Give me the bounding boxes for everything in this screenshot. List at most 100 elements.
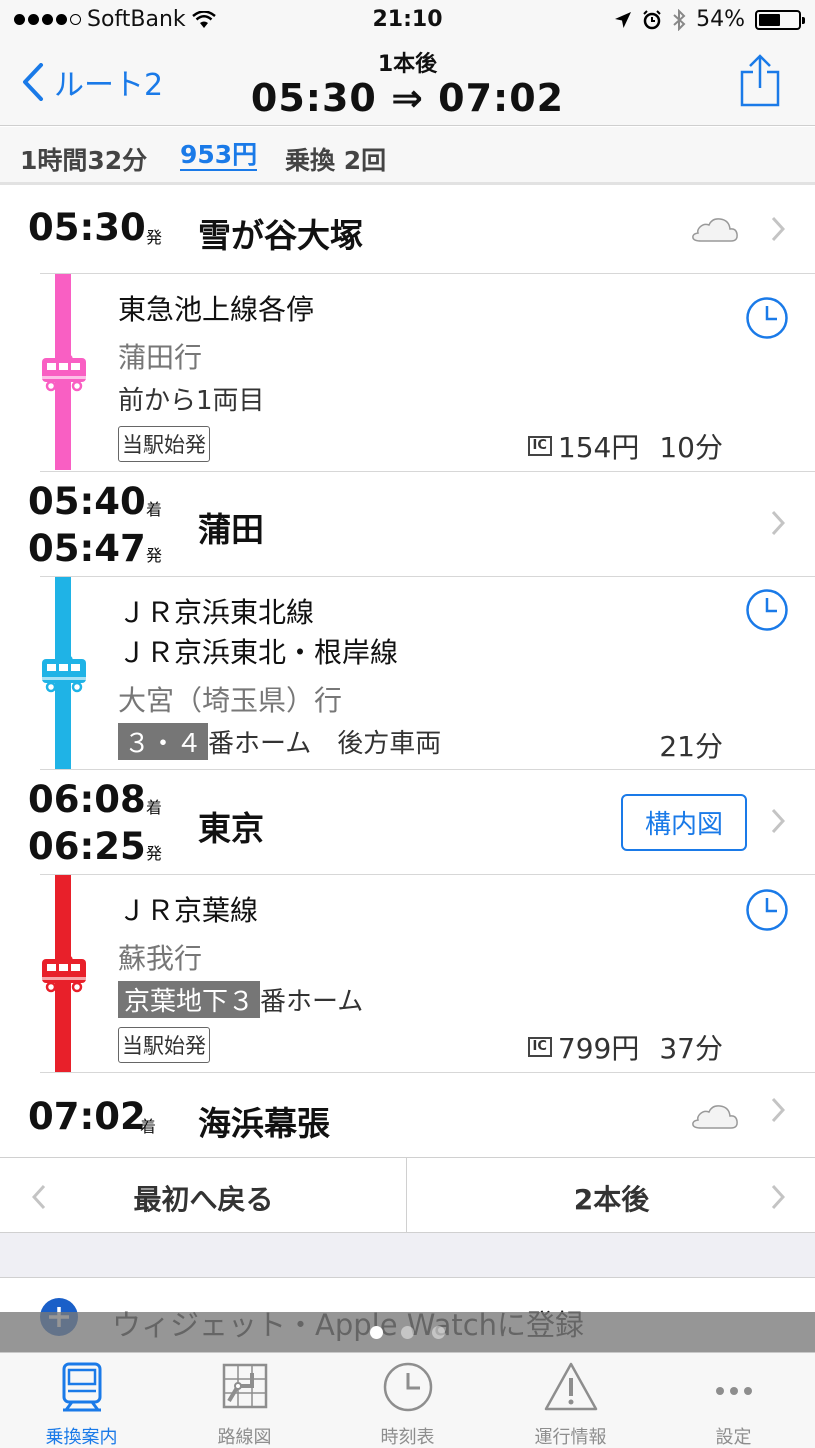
train-icon xyxy=(0,1361,163,1413)
share-button[interactable] xyxy=(739,54,781,112)
next-route-button[interactable]: 2本後 xyxy=(408,1158,815,1234)
tab-label: 路線図 xyxy=(217,1427,272,1448)
leg-fare: 799円 xyxy=(557,1032,640,1065)
page-dot xyxy=(370,1326,383,1339)
cloud-icon xyxy=(692,218,738,242)
page-dot xyxy=(401,1326,414,1339)
timetable-clock-icon[interactable] xyxy=(745,888,789,932)
tab-transfer[interactable]: 乗換案内 xyxy=(0,1353,163,1448)
time-suffix: 発 xyxy=(146,546,163,565)
bluetooth-icon xyxy=(673,8,686,31)
leg-segment[interactable]: ＪＲ京葉線 蘇我行 京葉地下３ 番ホーム 当駅始発 IC 799円 37分 xyxy=(0,875,815,1072)
alarm-icon xyxy=(643,9,661,29)
clock-icon xyxy=(326,1361,489,1413)
section-gap xyxy=(0,1233,815,1277)
ic-card-icon: IC xyxy=(527,1037,552,1057)
route-map-icon xyxy=(163,1361,326,1413)
train-icon xyxy=(40,352,88,396)
platform-number: 京葉地下３ xyxy=(118,981,261,1018)
first-route-button[interactable]: 最初へ戻る xyxy=(0,1158,407,1234)
page-indicator[interactable] xyxy=(0,1326,815,1339)
ic-card-icon: IC xyxy=(527,436,552,456)
station-name: 東京 xyxy=(198,809,264,848)
battery-percent: 54% xyxy=(696,7,745,32)
route-summary: 1時間32分 953円 乗換 2回 xyxy=(0,127,815,185)
divider xyxy=(406,1158,407,1234)
tab-service-info[interactable]: 運行情報 xyxy=(489,1353,652,1448)
leg-fare-duration: IC 154円 10分 xyxy=(527,426,723,466)
arrival-time: 07:02 xyxy=(28,1095,146,1138)
tab-label: 運行情報 xyxy=(534,1427,607,1448)
next-route-label: 2本後 xyxy=(573,1183,650,1216)
timetable-clock-icon[interactable] xyxy=(745,588,789,632)
chevron-right-icon xyxy=(771,808,785,834)
station-name: 蒲田 xyxy=(198,510,264,549)
transfer-count: 乗換 2回 xyxy=(285,146,387,175)
tab-label: 設定 xyxy=(715,1427,752,1448)
total-duration: 1時間32分 xyxy=(20,146,148,175)
train-icon xyxy=(40,653,88,697)
time-suffix: 着 xyxy=(140,1117,157,1136)
station-row[interactable]: 06:08 着 06:25 発 東京 構内図 xyxy=(0,770,815,874)
leg-segment[interactable]: 東急池上線各停 蒲田行 前から1両目 当駅始発 IC 154円 10分 xyxy=(0,274,815,471)
time-suffix: 発 xyxy=(146,228,163,247)
line-name: ＪＲ京葉線 xyxy=(118,894,259,927)
first-station-badge: 当駅始発 xyxy=(118,1027,210,1063)
warning-icon xyxy=(489,1361,652,1413)
leg-duration: 10分 xyxy=(659,431,723,464)
tab-route-map[interactable]: 路線図 xyxy=(163,1353,326,1448)
platform-info: ３・４ 番ホーム 後方車両 xyxy=(118,723,441,760)
line-name: ＪＲ京浜東北線 xyxy=(118,596,315,629)
share-icon xyxy=(740,54,780,107)
time-suffix: 着 xyxy=(146,798,163,817)
car-position: 前から1両目 xyxy=(118,386,265,416)
leg-fare-duration: 21分 xyxy=(659,725,723,765)
arrival-time: 06:08 xyxy=(28,778,146,821)
platform-number: ３・４ xyxy=(118,723,209,760)
line-name-secondary: ＪＲ京浜東北・根岸線 xyxy=(118,636,399,669)
arrival-time: 05:40 xyxy=(28,480,146,523)
station-row[interactable]: 07:02 着 海浜幕張 xyxy=(0,1073,815,1157)
route-switch-bar: 最初へ戻る 2本後 xyxy=(0,1157,815,1234)
destination: 蘇我行 xyxy=(118,942,203,975)
first-route-label: 最初へ戻る xyxy=(133,1183,274,1216)
timetable-clock-icon[interactable] xyxy=(745,296,789,340)
departure-time: 05:47 xyxy=(28,527,146,570)
station-row[interactable]: 05:40 着 05:47 発 蒲田 xyxy=(0,472,815,576)
platform-suffix: 番ホーム xyxy=(260,987,364,1017)
station-row[interactable]: 05:30 発 雪が谷大塚 xyxy=(0,186,815,273)
navigation-bar: ルート2 1本後 05:30 ⇒ 07:02 xyxy=(0,40,815,126)
leg-duration: 21分 xyxy=(659,730,723,763)
train-icon xyxy=(40,953,88,997)
status-right: 54% xyxy=(614,7,805,32)
more-icon xyxy=(652,1361,815,1413)
location-arrow-icon xyxy=(615,11,632,28)
tab-settings[interactable]: 設定 xyxy=(652,1353,815,1448)
status-bar: SoftBank 21:10 54% xyxy=(0,0,815,40)
cloud-icon xyxy=(692,1105,738,1129)
leg-fare: 154円 xyxy=(557,431,640,464)
tab-bar: 乗換案内 路線図 時刻表 運行情報 設定 xyxy=(0,1352,815,1448)
battery-icon xyxy=(755,9,805,30)
leg-segment[interactable]: ＪＲ京浜東北線 ＪＲ京浜東北・根岸線 大宮（埼玉県）行 ３・４ 番ホーム 後方車両… xyxy=(0,577,815,769)
leg-duration: 37分 xyxy=(659,1032,723,1065)
chevron-right-icon xyxy=(771,510,785,536)
departure-time: 05:30 xyxy=(28,206,146,249)
time-suffix: 着 xyxy=(146,500,163,519)
chevron-right-icon xyxy=(771,216,785,242)
total-fare-link[interactable]: 953円 xyxy=(180,141,258,171)
time-suffix: 発 xyxy=(146,844,163,863)
leg-fare-duration: IC 799円 37分 xyxy=(527,1027,723,1067)
chevron-right-icon xyxy=(771,1097,785,1123)
page-title: 05:30 ⇒ 07:02 xyxy=(250,76,565,120)
tab-label: 乗換案内 xyxy=(45,1427,118,1448)
first-station-badge: 当駅始発 xyxy=(118,426,210,462)
destination: 蒲田行 xyxy=(118,341,203,374)
chevron-right-icon xyxy=(771,1184,785,1210)
tab-timetable[interactable]: 時刻表 xyxy=(326,1353,489,1448)
destination: 大宮（埼玉県）行 xyxy=(118,684,343,717)
station-map-button[interactable]: 構内図 xyxy=(620,794,747,851)
station-name: 海浜幕張 xyxy=(198,1104,330,1143)
nav-subtitle: 1本後 xyxy=(377,52,438,77)
station-name: 雪が谷大塚 xyxy=(198,216,363,255)
